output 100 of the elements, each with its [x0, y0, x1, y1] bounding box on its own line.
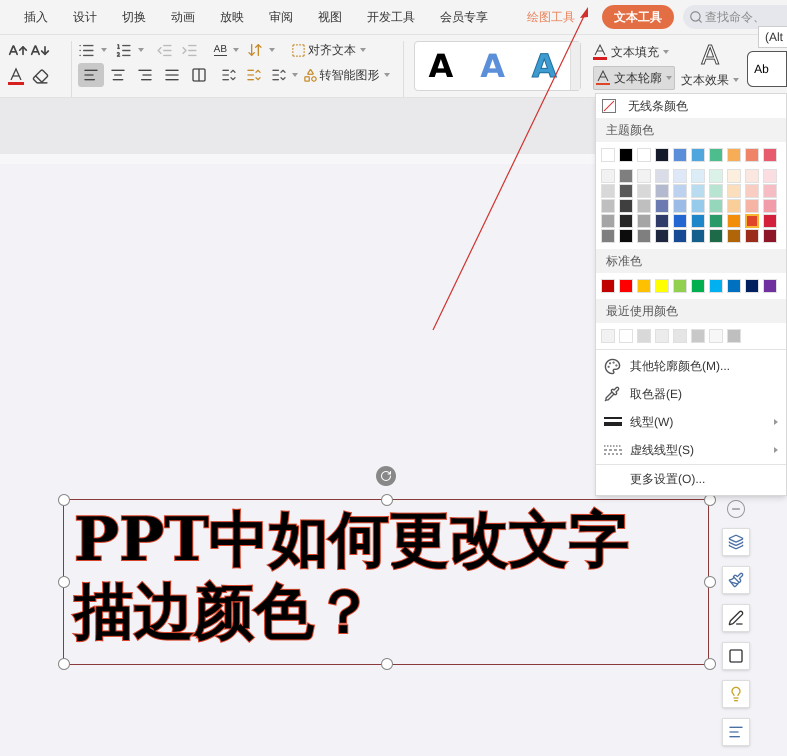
color-swatch[interactable]: [601, 329, 615, 343]
resize-handle[interactable]: [58, 494, 70, 506]
text-direction-label[interactable]: AB: [214, 44, 228, 56]
color-swatch[interactable]: [727, 148, 741, 162]
color-swatch[interactable]: [673, 198, 687, 212]
color-swatch[interactable]: [709, 279, 723, 293]
menu-item[interactable]: 无线条颜色: [596, 94, 786, 118]
color-swatch[interactable]: [691, 184, 705, 198]
color-swatch[interactable]: [619, 214, 633, 228]
style-preview[interactable]: A: [415, 42, 467, 90]
color-swatch[interactable]: [709, 228, 723, 242]
resize-handle[interactable]: [381, 494, 393, 506]
color-swatch[interactable]: [745, 214, 759, 228]
spacing-options-icon[interactable]: [270, 67, 287, 83]
paragraph-spacing-icon[interactable]: [246, 67, 262, 83]
ribbon-tab[interactable]: 切换: [110, 6, 158, 28]
color-swatch[interactable]: [637, 329, 651, 343]
menu-item[interactable]: 虚线线型(S): [596, 436, 786, 464]
color-swatch[interactable]: [673, 329, 687, 343]
color-swatch[interactable]: [655, 148, 669, 162]
color-swatch[interactable]: [727, 279, 741, 293]
style-box[interactable]: Ab: [747, 51, 787, 87]
color-swatch[interactable]: [619, 148, 633, 162]
color-swatch[interactable]: [601, 148, 615, 162]
color-swatch[interactable]: [727, 198, 741, 212]
color-swatch[interactable]: [691, 279, 705, 293]
sort-icon[interactable]: [247, 42, 264, 58]
color-swatch[interactable]: [727, 214, 741, 228]
ribbon-tab[interactable]: 放映: [208, 6, 256, 28]
resize-handle[interactable]: [58, 658, 70, 670]
float-tool-button[interactable]: [722, 604, 750, 632]
color-swatch[interactable]: [673, 168, 687, 182]
color-swatch[interactable]: [745, 198, 759, 212]
menu-item[interactable]: 其他轮廓颜色(M)...: [596, 352, 786, 380]
color-swatch[interactable]: [727, 168, 741, 182]
color-swatch[interactable]: [601, 198, 615, 212]
text-style-gallery[interactable]: A A A: [414, 41, 582, 91]
color-swatch[interactable]: [691, 168, 705, 182]
color-swatch[interactable]: [745, 148, 759, 162]
color-swatch[interactable]: [619, 168, 633, 182]
text-fill-button[interactable]: 文本填充: [593, 41, 676, 63]
font-color-icon[interactable]: [8, 67, 24, 85]
eraser-icon[interactable]: [32, 68, 49, 84]
color-swatch[interactable]: [673, 228, 687, 242]
line-spacing-icon[interactable]: [220, 67, 237, 83]
resize-handle[interactable]: [58, 576, 70, 588]
rotate-handle[interactable]: [376, 466, 396, 486]
color-swatch[interactable]: [763, 184, 777, 198]
color-swatch[interactable]: [691, 228, 705, 242]
color-swatch[interactable]: [691, 148, 705, 162]
text-outline-button[interactable]: 文本轮廓: [593, 66, 676, 90]
color-swatch[interactable]: [619, 198, 633, 212]
menu-item[interactable]: 更多设置(O)...: [596, 465, 786, 493]
ribbon-tab[interactable]: 动画: [159, 6, 207, 28]
color-swatch[interactable]: [763, 279, 777, 293]
color-swatch[interactable]: [709, 329, 723, 343]
color-swatch[interactable]: [655, 184, 669, 198]
color-swatch[interactable]: [655, 214, 669, 228]
menu-item[interactable]: 线型(W): [596, 408, 786, 436]
numbered-list-icon[interactable]: [114, 42, 132, 58]
menu-item[interactable]: 取色器(E): [596, 380, 786, 408]
color-swatch[interactable]: [637, 198, 651, 212]
ribbon-tab[interactable]: 审阅: [257, 6, 305, 28]
color-swatch[interactable]: [763, 228, 777, 242]
float-tool-button[interactable]: [722, 642, 750, 670]
resize-handle[interactable]: [381, 658, 393, 670]
color-swatch[interactable]: [619, 279, 633, 293]
color-swatch[interactable]: [655, 329, 669, 343]
color-swatch[interactable]: [763, 148, 777, 162]
smart-art-button[interactable]: 转智能图形: [302, 66, 390, 84]
ribbon-tab[interactable]: 开发工具: [355, 6, 427, 28]
ribbon-tab[interactable]: 插入: [12, 6, 60, 28]
collapse-icon[interactable]: [727, 500, 745, 518]
color-swatch[interactable]: [655, 168, 669, 182]
color-swatch[interactable]: [637, 184, 651, 198]
color-swatch[interactable]: [619, 184, 633, 198]
color-swatch[interactable]: [763, 198, 777, 212]
color-swatch[interactable]: [637, 279, 651, 293]
color-swatch[interactable]: [637, 214, 651, 228]
color-swatch[interactable]: [655, 279, 669, 293]
color-swatch[interactable]: [691, 329, 705, 343]
color-swatch[interactable]: [673, 279, 687, 293]
resize-handle[interactable]: [704, 658, 716, 670]
ribbon-tab[interactable]: 会员专享: [428, 6, 500, 28]
color-swatch[interactable]: [709, 148, 723, 162]
color-swatch[interactable]: [637, 148, 651, 162]
color-swatch[interactable]: [601, 184, 615, 198]
color-swatch[interactable]: [655, 228, 669, 242]
color-swatch[interactable]: [601, 214, 615, 228]
color-swatch[interactable]: [709, 168, 723, 182]
color-swatch[interactable]: [709, 198, 723, 212]
color-swatch[interactable]: [691, 198, 705, 212]
color-swatch[interactable]: [745, 184, 759, 198]
color-swatch[interactable]: [763, 214, 777, 228]
ribbon-tab[interactable]: 设计: [61, 6, 109, 28]
color-swatch[interactable]: [727, 228, 741, 242]
color-swatch[interactable]: [619, 228, 633, 242]
color-swatch[interactable]: [619, 329, 633, 343]
color-swatch[interactable]: [637, 168, 651, 182]
color-swatch[interactable]: [727, 329, 741, 343]
